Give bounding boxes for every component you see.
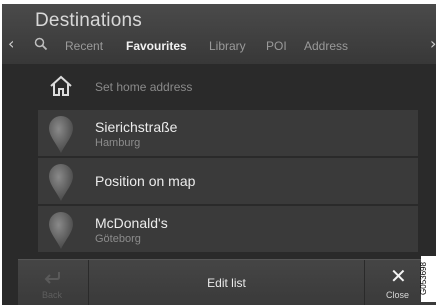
- set-home-address-item[interactable]: Set home address: [38, 72, 418, 104]
- tab-favourites[interactable]: Favourites: [126, 39, 187, 53]
- bottom-bar: Back Edit list ✕ Close: [18, 259, 436, 305]
- page-title: Destinations: [35, 10, 142, 31]
- close-label: Close: [386, 290, 410, 300]
- close-icon: ✕: [390, 264, 407, 288]
- figure-code: G053698: [418, 256, 437, 302]
- back-arrow-icon: [44, 272, 60, 284]
- next-arrow-icon[interactable]: ›: [430, 34, 436, 53]
- back-button[interactable]: Back: [18, 260, 86, 305]
- favourite-name: McDonald's: [95, 215, 168, 231]
- map-pin-icon: [49, 212, 73, 249]
- edit-list-button[interactable]: Edit list: [89, 260, 364, 305]
- map-pin-icon: [49, 164, 73, 201]
- favourite-city: Hamburg: [95, 137, 141, 149]
- list-item[interactable]: Sierichstraße Hamburg: [38, 110, 418, 156]
- search-icon[interactable]: [34, 37, 48, 51]
- set-home-address-label: Set home address: [95, 80, 193, 94]
- home-icon: [50, 75, 72, 96]
- back-label: Back: [42, 290, 63, 300]
- favourite-city: Göteborg: [95, 233, 141, 245]
- list-item[interactable]: Position on map: [38, 158, 418, 204]
- tab-library[interactable]: Library: [209, 39, 246, 53]
- figure-code-text: G053698: [418, 262, 428, 295]
- map-pin-icon: [49, 116, 73, 153]
- tab-poi[interactable]: POI: [266, 39, 287, 53]
- favourite-name: Sierichstraße: [95, 119, 178, 135]
- prev-arrow-icon[interactable]: ‹: [8, 34, 14, 53]
- tab-address[interactable]: Address: [304, 39, 348, 53]
- header: Destinations ‹ Recent Favourites Library…: [2, 4, 436, 64]
- list-item[interactable]: McDonald's Göteborg: [38, 206, 418, 252]
- favourite-name: Position on map: [95, 173, 196, 189]
- tab-recent[interactable]: Recent: [65, 39, 103, 53]
- destinations-screen: Destinations ‹ Recent Favourites Library…: [2, 4, 436, 305]
